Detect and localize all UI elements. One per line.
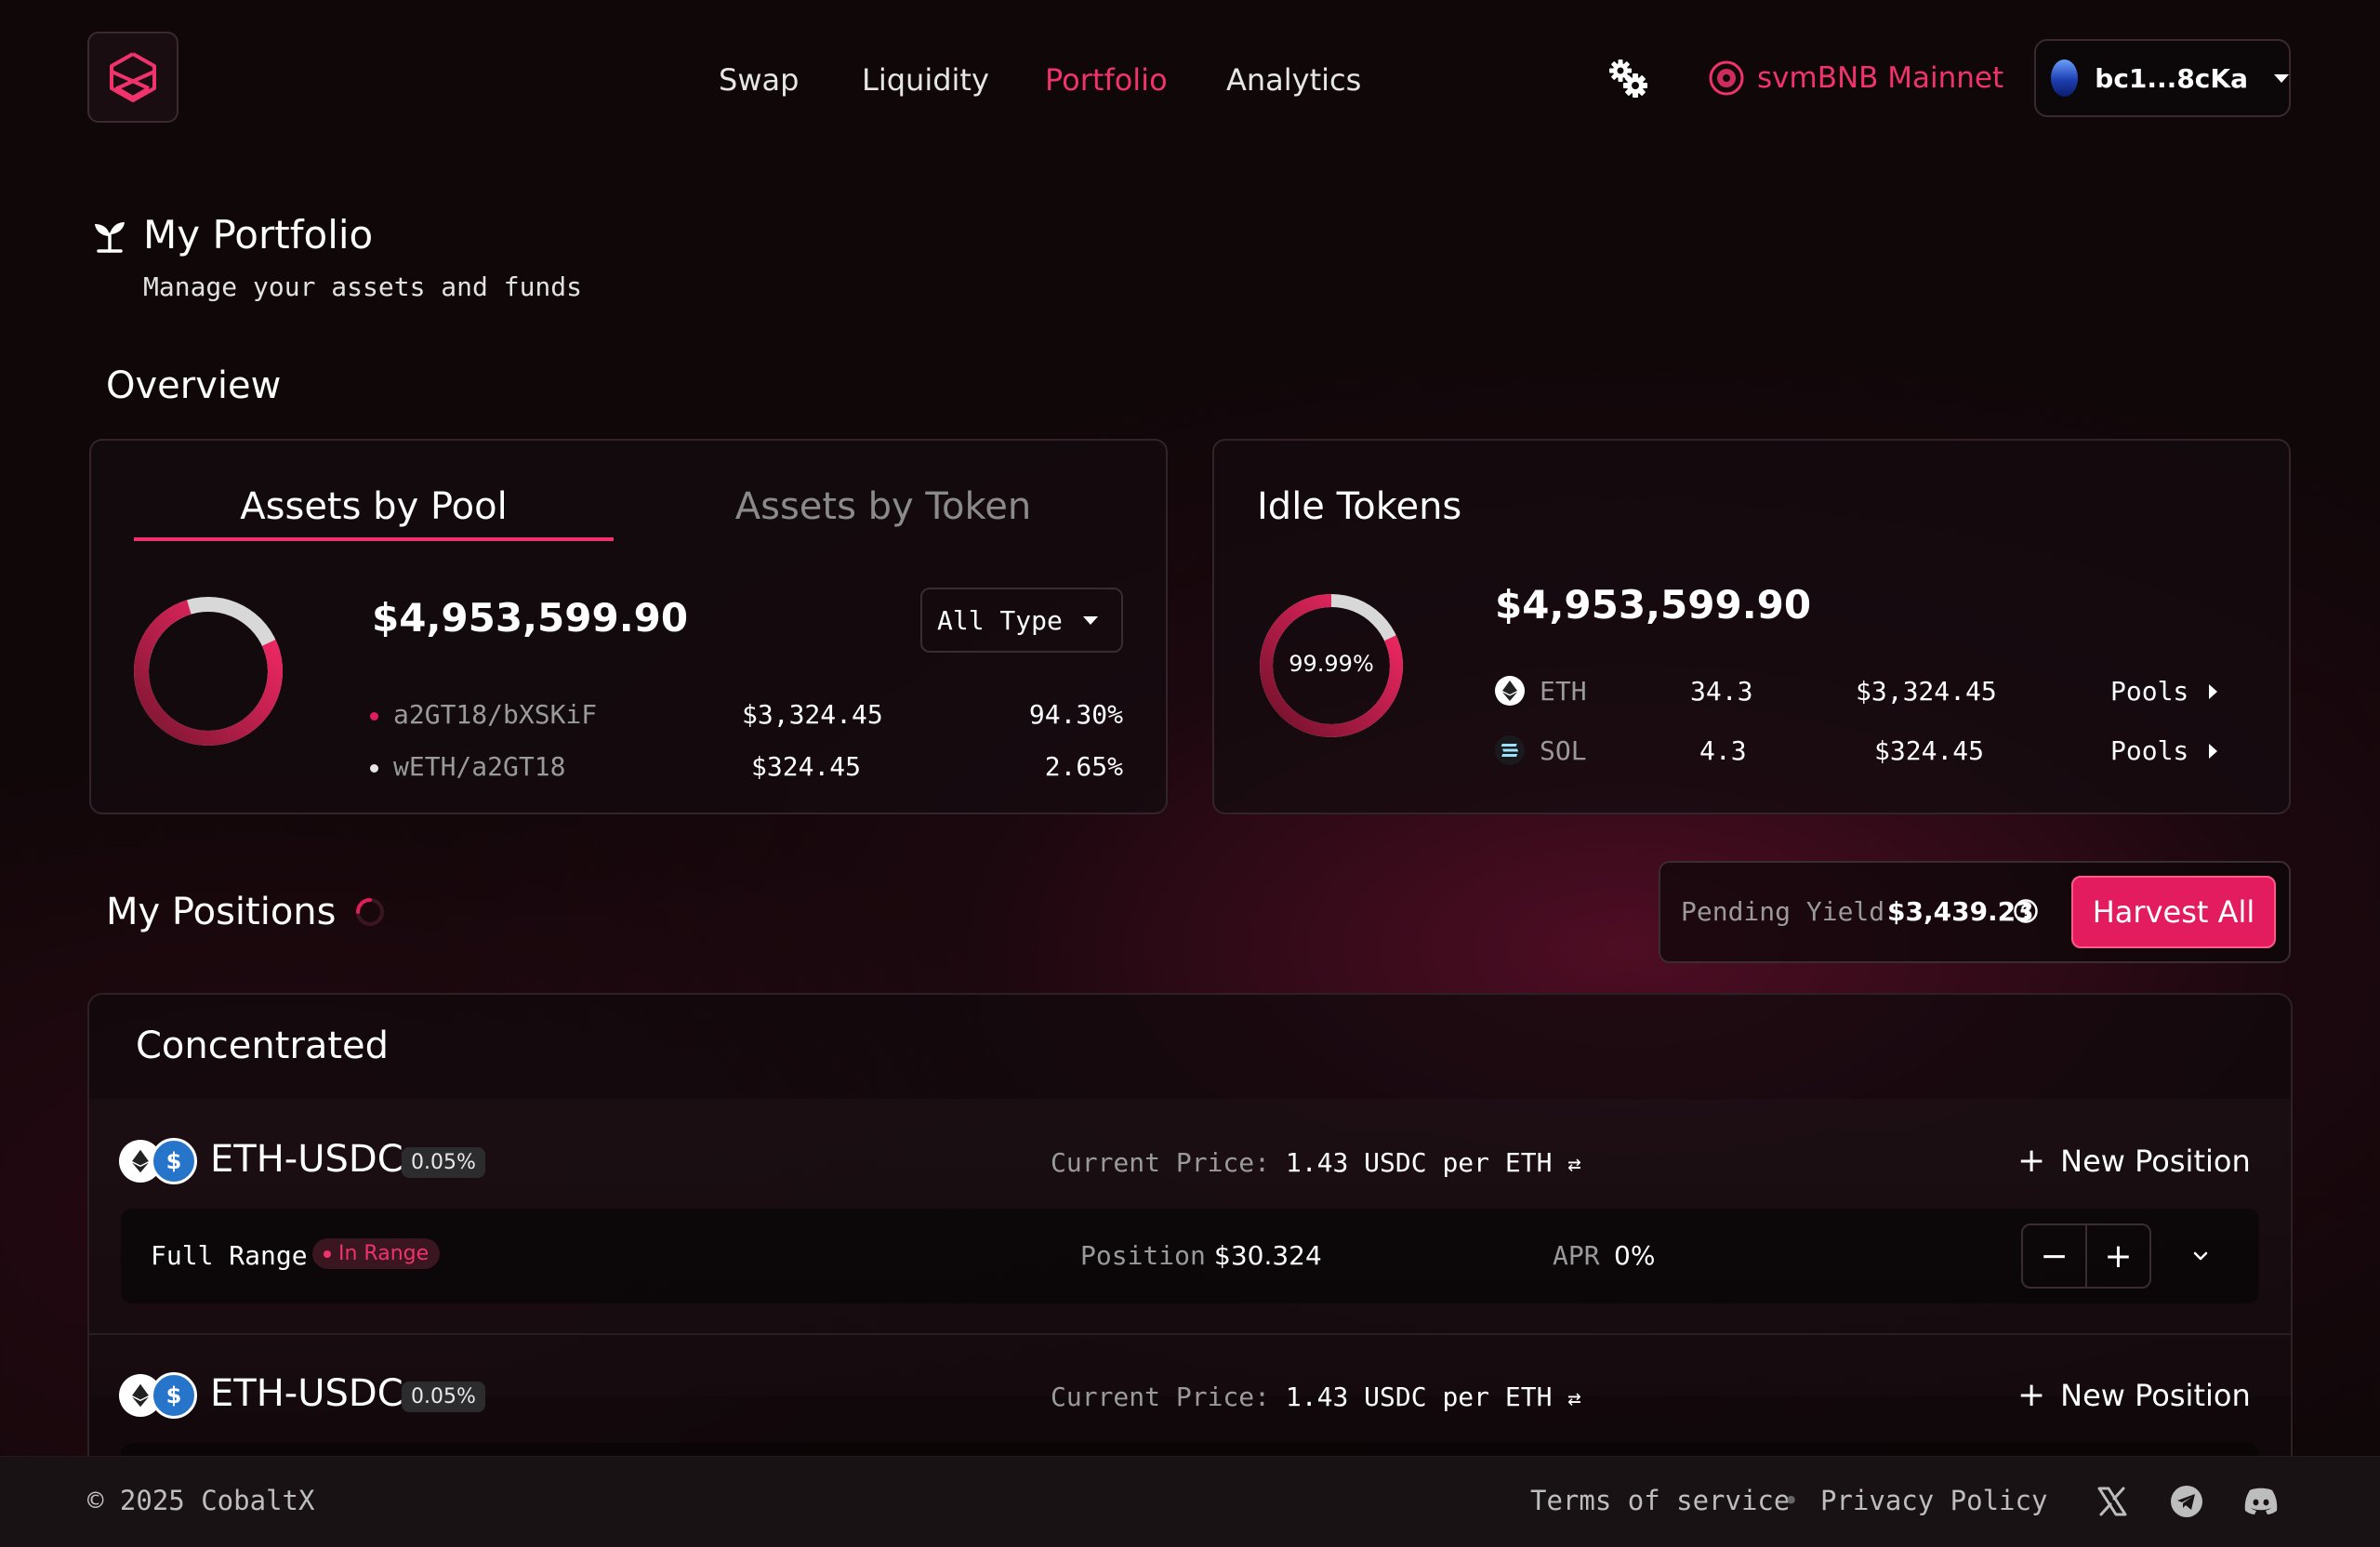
wallet-button[interactable]: bc1...8cKa [2034, 39, 2291, 117]
overview-heading: Overview [106, 364, 282, 407]
positions-heading-wrap: My Positions [106, 891, 386, 933]
group-divider [89, 1333, 2291, 1335]
pool-legend-dot [370, 711, 378, 721]
nav-analytics[interactable]: Analytics [1226, 61, 1361, 99]
token-symbol: ETH [1540, 676, 1587, 707]
chevron-down-icon[interactable] [2190, 1248, 2211, 1264]
network-name: svmBNB Mainnet [1757, 61, 2004, 95]
idle-donut-label: 99.99% [1289, 651, 1374, 677]
pool-row-value: $324.45 [751, 751, 862, 782]
current-price-label: Current Price: [1051, 1382, 1271, 1412]
swap-arrows-icon[interactable]: ⇄ [1567, 1151, 1580, 1177]
x-icon[interactable] [2096, 1485, 2129, 1518]
sprout-icon [91, 218, 128, 255]
token-amount: 34.3 [1690, 676, 1753, 707]
apr-value: 0% [1614, 1240, 1656, 1271]
usdc-icon: $ [151, 1372, 197, 1419]
privacy-link[interactable]: Privacy Policy [1820, 1485, 2047, 1516]
chevron-down-icon [2274, 73, 2289, 83]
help-circle-icon[interactable] [2013, 898, 2039, 924]
chevron-down-icon [1082, 615, 1098, 625]
idle-tokens-title: Idle Tokens [1257, 485, 1462, 528]
bnb-network-icon [1709, 60, 1744, 96]
wallet-address: bc1...8cKa [2095, 62, 2248, 94]
caret-right-icon [2209, 744, 2218, 759]
settings-gear-icon[interactable] [1606, 58, 1649, 100]
pair-token-icons: $ [119, 1138, 197, 1184]
plus-icon: + [2017, 1142, 2046, 1180]
page-title: My Portfolio [143, 212, 374, 258]
plus-icon: + [2017, 1376, 2046, 1414]
current-price-value: 1.43 USDC per ETH [1285, 1382, 1553, 1412]
caret-right-icon [2209, 684, 2218, 699]
position-label: Position [1080, 1240, 1206, 1271]
position-range-row: Full Range In Range Position $30.324 APR… [121, 1209, 2259, 1303]
assets-donut-chart [134, 597, 283, 746]
loading-spinner-icon [356, 898, 385, 926]
fee-badge: 0.05% [402, 1382, 485, 1412]
pair-name: ETH-USDC [210, 1372, 403, 1415]
type-filter-value: All Type [937, 604, 1063, 636]
new-position-button[interactable]: + New Position [2017, 1144, 2251, 1179]
network-selector[interactable]: svmBNB Mainnet [1709, 58, 2003, 99]
nav-swap[interactable]: Swap [719, 61, 799, 99]
harvest-all-button[interactable]: Harvest All [2071, 876, 2276, 948]
range-type: Full Range [151, 1240, 308, 1271]
pool-row-percent: 94.30% [1028, 699, 1123, 730]
pending-yield-value: $3,439.23 [1887, 896, 2034, 927]
new-position-button[interactable]: + New Position [2017, 1378, 2251, 1413]
pool-row-name: wETH/a2GT18 [370, 751, 565, 783]
fee-badge: 0.05% [402, 1147, 485, 1178]
token-value: $324.45 [1874, 735, 1985, 766]
pool-row-value: $3,324.45 [742, 699, 883, 730]
sol-icon [1495, 735, 1525, 765]
decrease-liquidity-button[interactable]: − [2023, 1225, 2087, 1287]
token-value: $3,324.45 [1856, 676, 1997, 707]
footer-separator: • [1783, 1485, 1800, 1516]
pair-token-icons: $ [119, 1372, 197, 1419]
current-price: Current Price: 1.43 USDC per ETH ⇄ [1051, 1147, 1581, 1178]
eth-icon [1495, 676, 1525, 706]
liquidity-stepper: − + [2021, 1223, 2151, 1289]
tab-assets-by-token[interactable]: Assets by Token [641, 483, 1125, 530]
swap-arrows-icon[interactable]: ⇄ [1567, 1385, 1580, 1411]
cobaltx-logo-icon [110, 52, 156, 102]
pending-yield-label: Pending Yield [1681, 896, 1885, 927]
current-price-value: 1.43 USDC per ETH [1285, 1147, 1553, 1178]
position-value: $30.324 [1214, 1240, 1322, 1271]
token-pools-link[interactable]: Pools [2110, 735, 2218, 767]
section-title: Concentrated [136, 1025, 390, 1067]
apr-label: APR [1553, 1240, 1600, 1271]
discord-icon[interactable] [2242, 1485, 2280, 1518]
page-subtitle: Manage your assets and funds [143, 271, 583, 302]
idle-total: $4,953,599.90 [1495, 582, 1812, 628]
tab-assets-by-pool[interactable]: Assets by Pool [134, 483, 614, 530]
app-logo[interactable] [87, 32, 178, 123]
footer: © 2025 CobaltX Terms of service • Privac… [0, 1456, 2380, 1547]
nav-portfolio[interactable]: Portfolio [1045, 61, 1168, 99]
telegram-icon[interactable] [2170, 1485, 2203, 1518]
type-filter-dropdown[interactable]: All Type [920, 588, 1123, 653]
token-pools-link[interactable]: Pools [2110, 676, 2218, 707]
assets-total: $4,953,599.90 [372, 595, 689, 641]
nav-liquidity[interactable]: Liquidity [862, 61, 989, 99]
wallet-avatar [2051, 60, 2079, 97]
terms-link[interactable]: Terms of service [1530, 1485, 1790, 1516]
positions-heading: My Positions [106, 891, 337, 933]
in-range-badge: In Range [312, 1238, 441, 1269]
token-symbol: SOL [1540, 735, 1587, 766]
usdc-icon: $ [151, 1138, 197, 1184]
pool-row-name: a2GT18/bXSKiF [370, 699, 597, 731]
copyright: © 2025 CobaltX [87, 1485, 315, 1516]
pair-name: ETH-USDC [210, 1138, 403, 1181]
pool-row-percent: 2.65% [1044, 751, 1123, 782]
current-price-label: Current Price: [1051, 1147, 1271, 1178]
increase-liquidity-button[interactable]: + [2087, 1225, 2149, 1287]
pool-legend-dot [370, 763, 378, 773]
active-tab-indicator [134, 537, 614, 541]
token-amount: 4.3 [1699, 735, 1747, 766]
current-price: Current Price: 1.43 USDC per ETH ⇄ [1051, 1382, 1581, 1412]
